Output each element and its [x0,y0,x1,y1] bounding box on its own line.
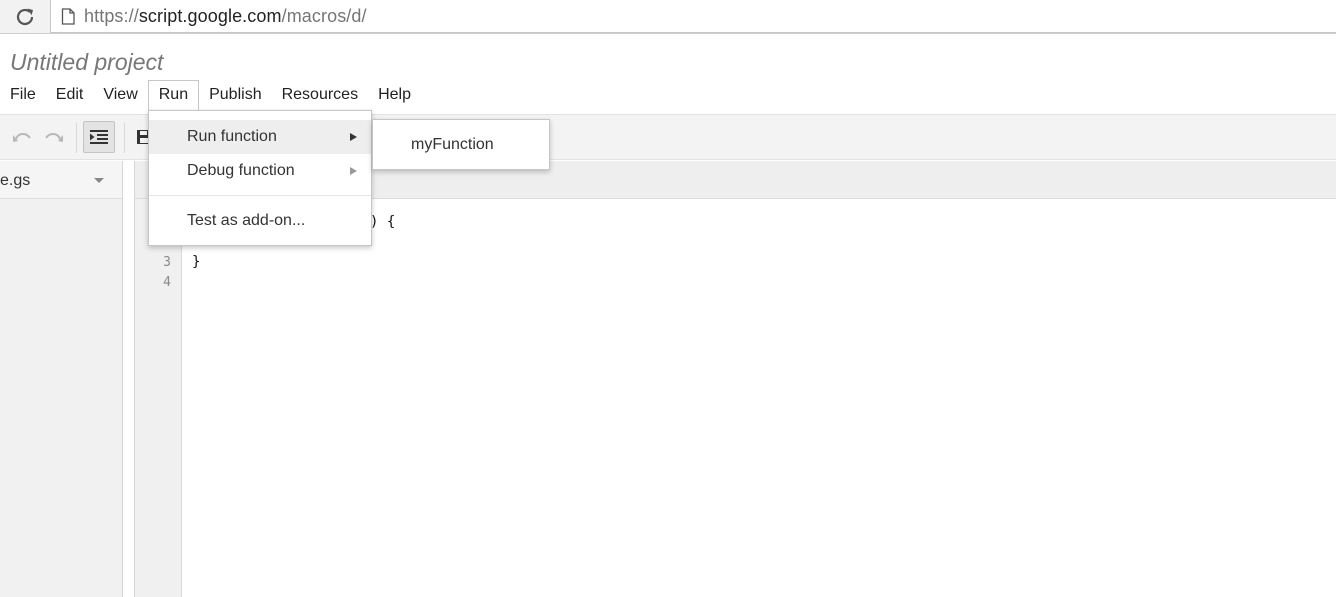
file-name: e.gs [0,172,31,189]
chevron-down-icon[interactable] [94,178,104,183]
files-sidebar: e.gs [0,161,123,597]
url-host: script.google.com [138,6,282,26]
menu-item-label: Test as add-on... [187,212,306,229]
menu-item-label: Run function [187,128,277,145]
file-tab[interactable]: e.gs [0,161,122,199]
menu-run[interactable]: Run [147,80,200,110]
code-line[interactable]: ) { [370,214,395,230]
page-icon [61,8,75,25]
menu-item-label: Debug function [187,162,295,179]
run-menu-dropdown: Run function Debug function Test as add-… [148,110,372,246]
submenu-arrow-icon [350,167,357,175]
menu-publish[interactable]: Publish [199,80,271,110]
project-title[interactable]: Untitled project [10,49,163,76]
line-number: 3 [163,255,171,270]
browser-address-row: https://script.google.com/macros/d/ [0,0,1336,34]
menu-item-debug-function[interactable]: Debug function [149,154,371,188]
line-number-gutter: 1 2 3 4 [134,199,182,597]
indent-icon[interactable] [83,121,115,153]
redo-icon[interactable] [38,121,70,153]
code-line[interactable]: } [192,254,200,270]
menu-edit[interactable]: Edit [46,80,94,110]
submenu-arrow-icon [350,133,357,141]
url-text: https://script.google.com/macros/d/ [84,6,367,27]
panel-gap [124,161,134,597]
menu-bar: File Edit View Run Publish Resources Hel… [0,80,421,110]
toolbar-separator [124,123,125,153]
url-scheme: https:// [84,6,139,26]
menu-separator [149,195,371,196]
run-function-submenu: myFunction [372,119,550,170]
reload-icon[interactable] [14,6,38,28]
url-path: /macros/d/ [281,6,367,26]
undo-icon[interactable] [6,121,38,153]
line-number: 4 [163,275,171,290]
toolbar-separator [76,123,77,153]
menu-item-run-function[interactable]: Run function [149,120,371,154]
menu-file[interactable]: File [0,80,46,110]
menu-help[interactable]: Help [368,80,421,110]
menu-resources[interactable]: Resources [272,80,368,110]
submenu-item-myfunction[interactable]: myFunction [411,136,494,154]
address-bar[interactable]: https://script.google.com/macros/d/ [50,0,1336,33]
menu-view[interactable]: View [93,80,147,110]
menu-item-test-as-add-on[interactable]: Test as add-on... [149,204,371,238]
